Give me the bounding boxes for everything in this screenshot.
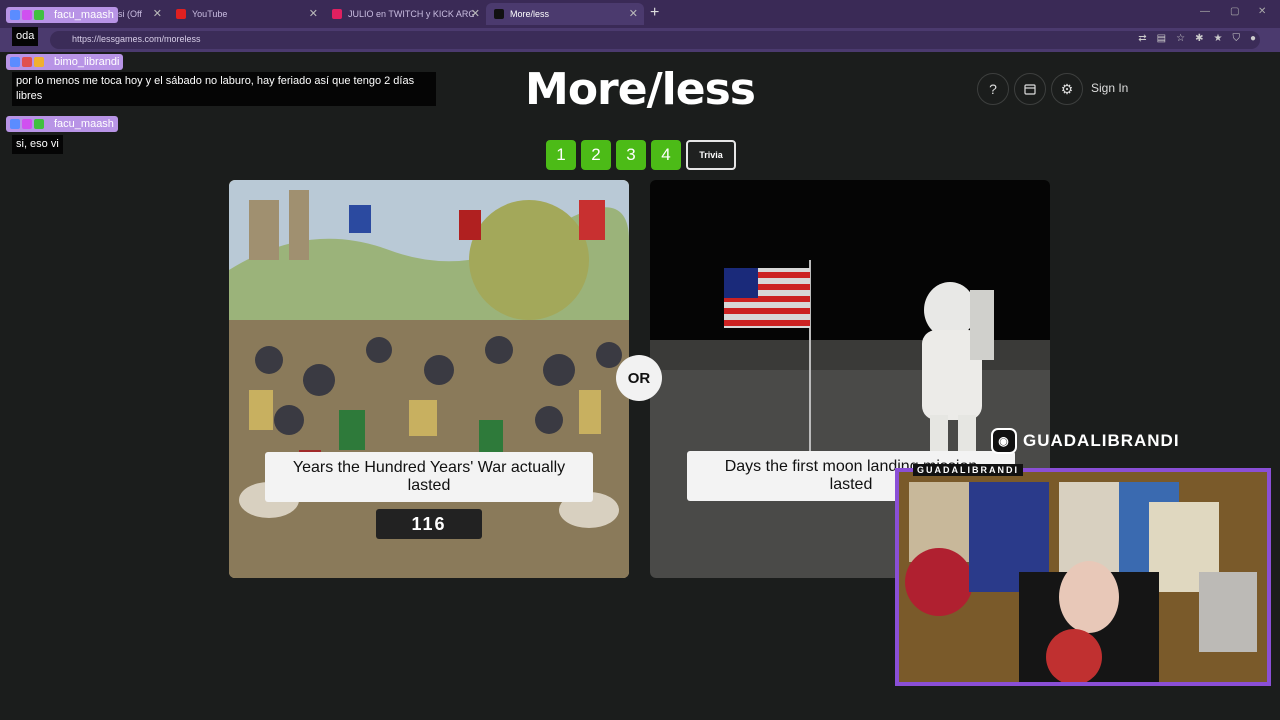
chat-badges xyxy=(10,10,44,20)
gear-icon: ⚙ xyxy=(1060,80,1074,97)
level-2-button[interactable]: 2 xyxy=(581,140,611,170)
webcam-overlay xyxy=(895,468,1271,686)
chat-username-text: facu_maash xyxy=(54,118,114,130)
chat-username: facu_maash xyxy=(6,7,118,23)
left-card-value: 116 xyxy=(376,509,482,539)
window-close-icon[interactable]: ✕ xyxy=(1258,6,1266,17)
reader-icon[interactable]: ▤ xyxy=(1157,33,1166,44)
instagram-handle-text: GUADALIBRANDI xyxy=(1023,431,1180,450)
extensions-icon[interactable]: ✱ xyxy=(1195,33,1203,44)
youtube-icon xyxy=(176,9,186,19)
close-icon[interactable]: ✕ xyxy=(153,7,162,20)
instagram-icon: ◉ xyxy=(991,428,1017,454)
left-card[interactable]: Years the Hundred Years' War actually la… xyxy=(229,180,629,578)
level-selector: 1 2 3 4 Trivia xyxy=(546,140,736,170)
help-button[interactable]: ? xyxy=(977,73,1009,105)
chat-message: si, eso vi xyxy=(12,135,63,154)
chat-username: bimo_librandi xyxy=(6,54,124,70)
chat-username-text: facu_maash xyxy=(54,9,114,21)
favorites-icon[interactable]: ★ xyxy=(1213,33,1222,44)
close-icon[interactable]: ✕ xyxy=(309,7,318,20)
level-4-button[interactable]: 4 xyxy=(651,140,681,170)
url-text: https://lessgames.com/moreless xyxy=(72,34,201,44)
chat-username: facu_maash xyxy=(6,116,118,132)
tab-label: JULIO en TWITCH y KICK ARGENTI xyxy=(348,9,474,19)
tab-1[interactable]: si (Off ✕ xyxy=(110,3,168,25)
favorite-icon[interactable]: ☆ xyxy=(1176,33,1185,44)
help-icon: ? xyxy=(989,81,997,97)
chat-message: por lo menos me toca hoy y el sábado no … xyxy=(12,72,436,106)
tab-twitch[interactable]: JULIO en TWITCH y KICK ARGENTI ✕ xyxy=(324,3,486,25)
trivia-button[interactable]: Trivia xyxy=(686,140,736,170)
close-icon[interactable]: ✕ xyxy=(629,7,638,20)
twitch-icon xyxy=(332,9,342,19)
webcam-label: GUADALIBRANDI xyxy=(913,464,1023,476)
calendar-icon xyxy=(1024,84,1036,95)
moreless-favicon-icon xyxy=(494,9,504,19)
or-badge: OR xyxy=(616,355,662,401)
translate-icon[interactable]: ⇄ xyxy=(1138,33,1146,44)
calendar-button[interactable] xyxy=(1014,73,1046,105)
profile-avatar[interactable]: ● xyxy=(1250,33,1256,44)
sign-in-link[interactable]: Sign In xyxy=(1091,81,1128,95)
tab-label: YouTube xyxy=(192,9,228,19)
level-3-button[interactable]: 3 xyxy=(616,140,646,170)
tab-youtube[interactable]: YouTube ✕ xyxy=(168,3,324,25)
new-tab-icon[interactable]: + xyxy=(650,4,659,22)
url-field[interactable] xyxy=(50,31,1260,49)
browser-tab-strip: si (Off ✕ YouTube ✕ JULIO en TWITCH y KI… xyxy=(0,0,1280,28)
tab-label: si (Off xyxy=(118,9,142,19)
tab-moreless[interactable]: More/less ✕ xyxy=(486,3,644,25)
chat-message: oda xyxy=(12,27,39,46)
tab-label: More/less xyxy=(510,9,550,19)
settings-button[interactable]: ⚙ xyxy=(1051,73,1083,105)
webcam-image xyxy=(899,472,1267,682)
instagram-handle: ◉ GUADALIBRANDI xyxy=(991,428,1180,454)
browser-toolbar-icons: ⇄ ▤ ☆ ✱ ★ ⛉ ● xyxy=(1138,33,1256,44)
chat-badges xyxy=(10,119,44,129)
chat-username-text: bimo_librandi xyxy=(54,56,120,68)
chat-badges xyxy=(10,57,44,67)
level-1-button[interactable]: 1 xyxy=(546,140,576,170)
minimize-icon[interactable]: — xyxy=(1200,6,1210,17)
maximize-icon[interactable]: ▢ xyxy=(1230,6,1239,17)
left-card-caption: Years the Hundred Years' War actually la… xyxy=(265,452,593,502)
shield-icon[interactable]: ⛉ xyxy=(1232,33,1240,44)
close-icon[interactable]: ✕ xyxy=(471,7,480,20)
